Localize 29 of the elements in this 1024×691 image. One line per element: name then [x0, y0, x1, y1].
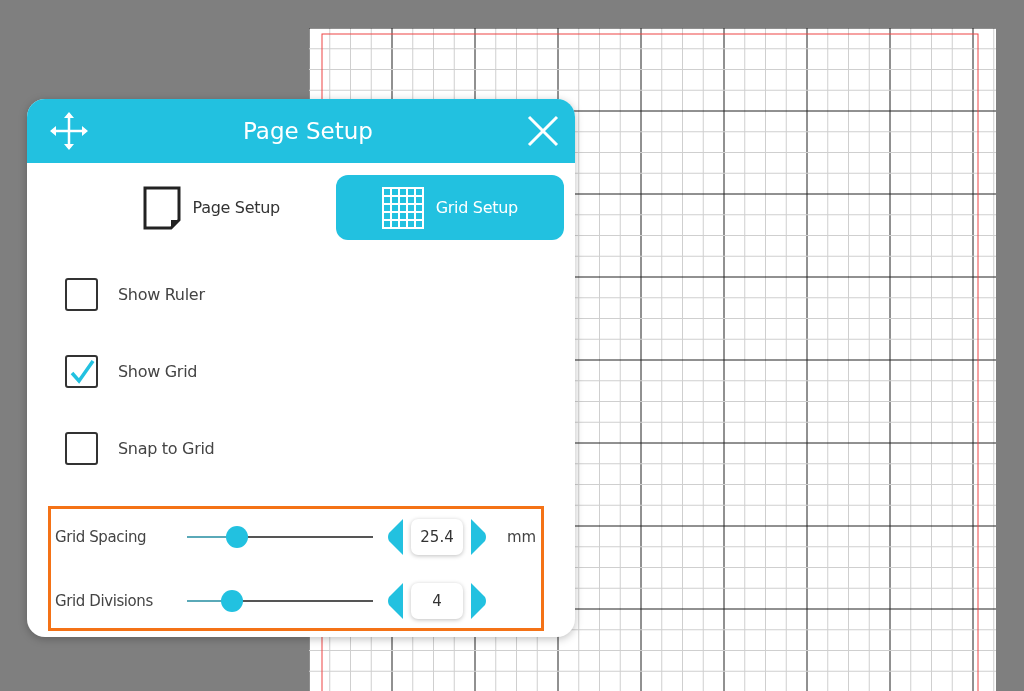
- move-icon: [49, 111, 89, 151]
- decrease-button[interactable]: [387, 518, 403, 555]
- slider-thumb[interactable]: [226, 525, 249, 548]
- dialog-title: Page Setup: [243, 118, 373, 144]
- checkbox[interactable]: [65, 432, 98, 465]
- close-icon: [527, 115, 559, 147]
- checkbox-label: Show Ruler: [118, 285, 205, 304]
- left-arrow-icon: [387, 518, 403, 555]
- checkbox-label: Show Grid: [118, 362, 198, 381]
- right-arrow-icon: [471, 518, 487, 555]
- grid-icon: [381, 186, 424, 229]
- checkmark-icon: [68, 359, 95, 384]
- slider-thumb[interactable]: [220, 589, 243, 612]
- page-icon: [142, 185, 181, 230]
- close-button[interactable]: [527, 115, 559, 147]
- right-arrow-icon: [471, 582, 487, 619]
- value-field[interactable]: 4: [411, 582, 463, 619]
- value-field[interactable]: 25.4: [411, 518, 463, 555]
- increase-button[interactable]: [471, 582, 487, 619]
- move-handle[interactable]: [49, 111, 89, 151]
- increase-button[interactable]: [471, 518, 487, 555]
- unit-label: mm: [507, 527, 537, 546]
- decrease-button[interactable]: [387, 582, 403, 619]
- checkbox[interactable]: [65, 278, 98, 311]
- setting-label: Grid Divisions: [55, 591, 154, 610]
- checkbox[interactable]: [65, 355, 98, 388]
- setting-label: Grid Spacing: [55, 527, 148, 546]
- checkbox-label: Snap to Grid: [118, 439, 215, 458]
- left-arrow-icon: [387, 582, 403, 619]
